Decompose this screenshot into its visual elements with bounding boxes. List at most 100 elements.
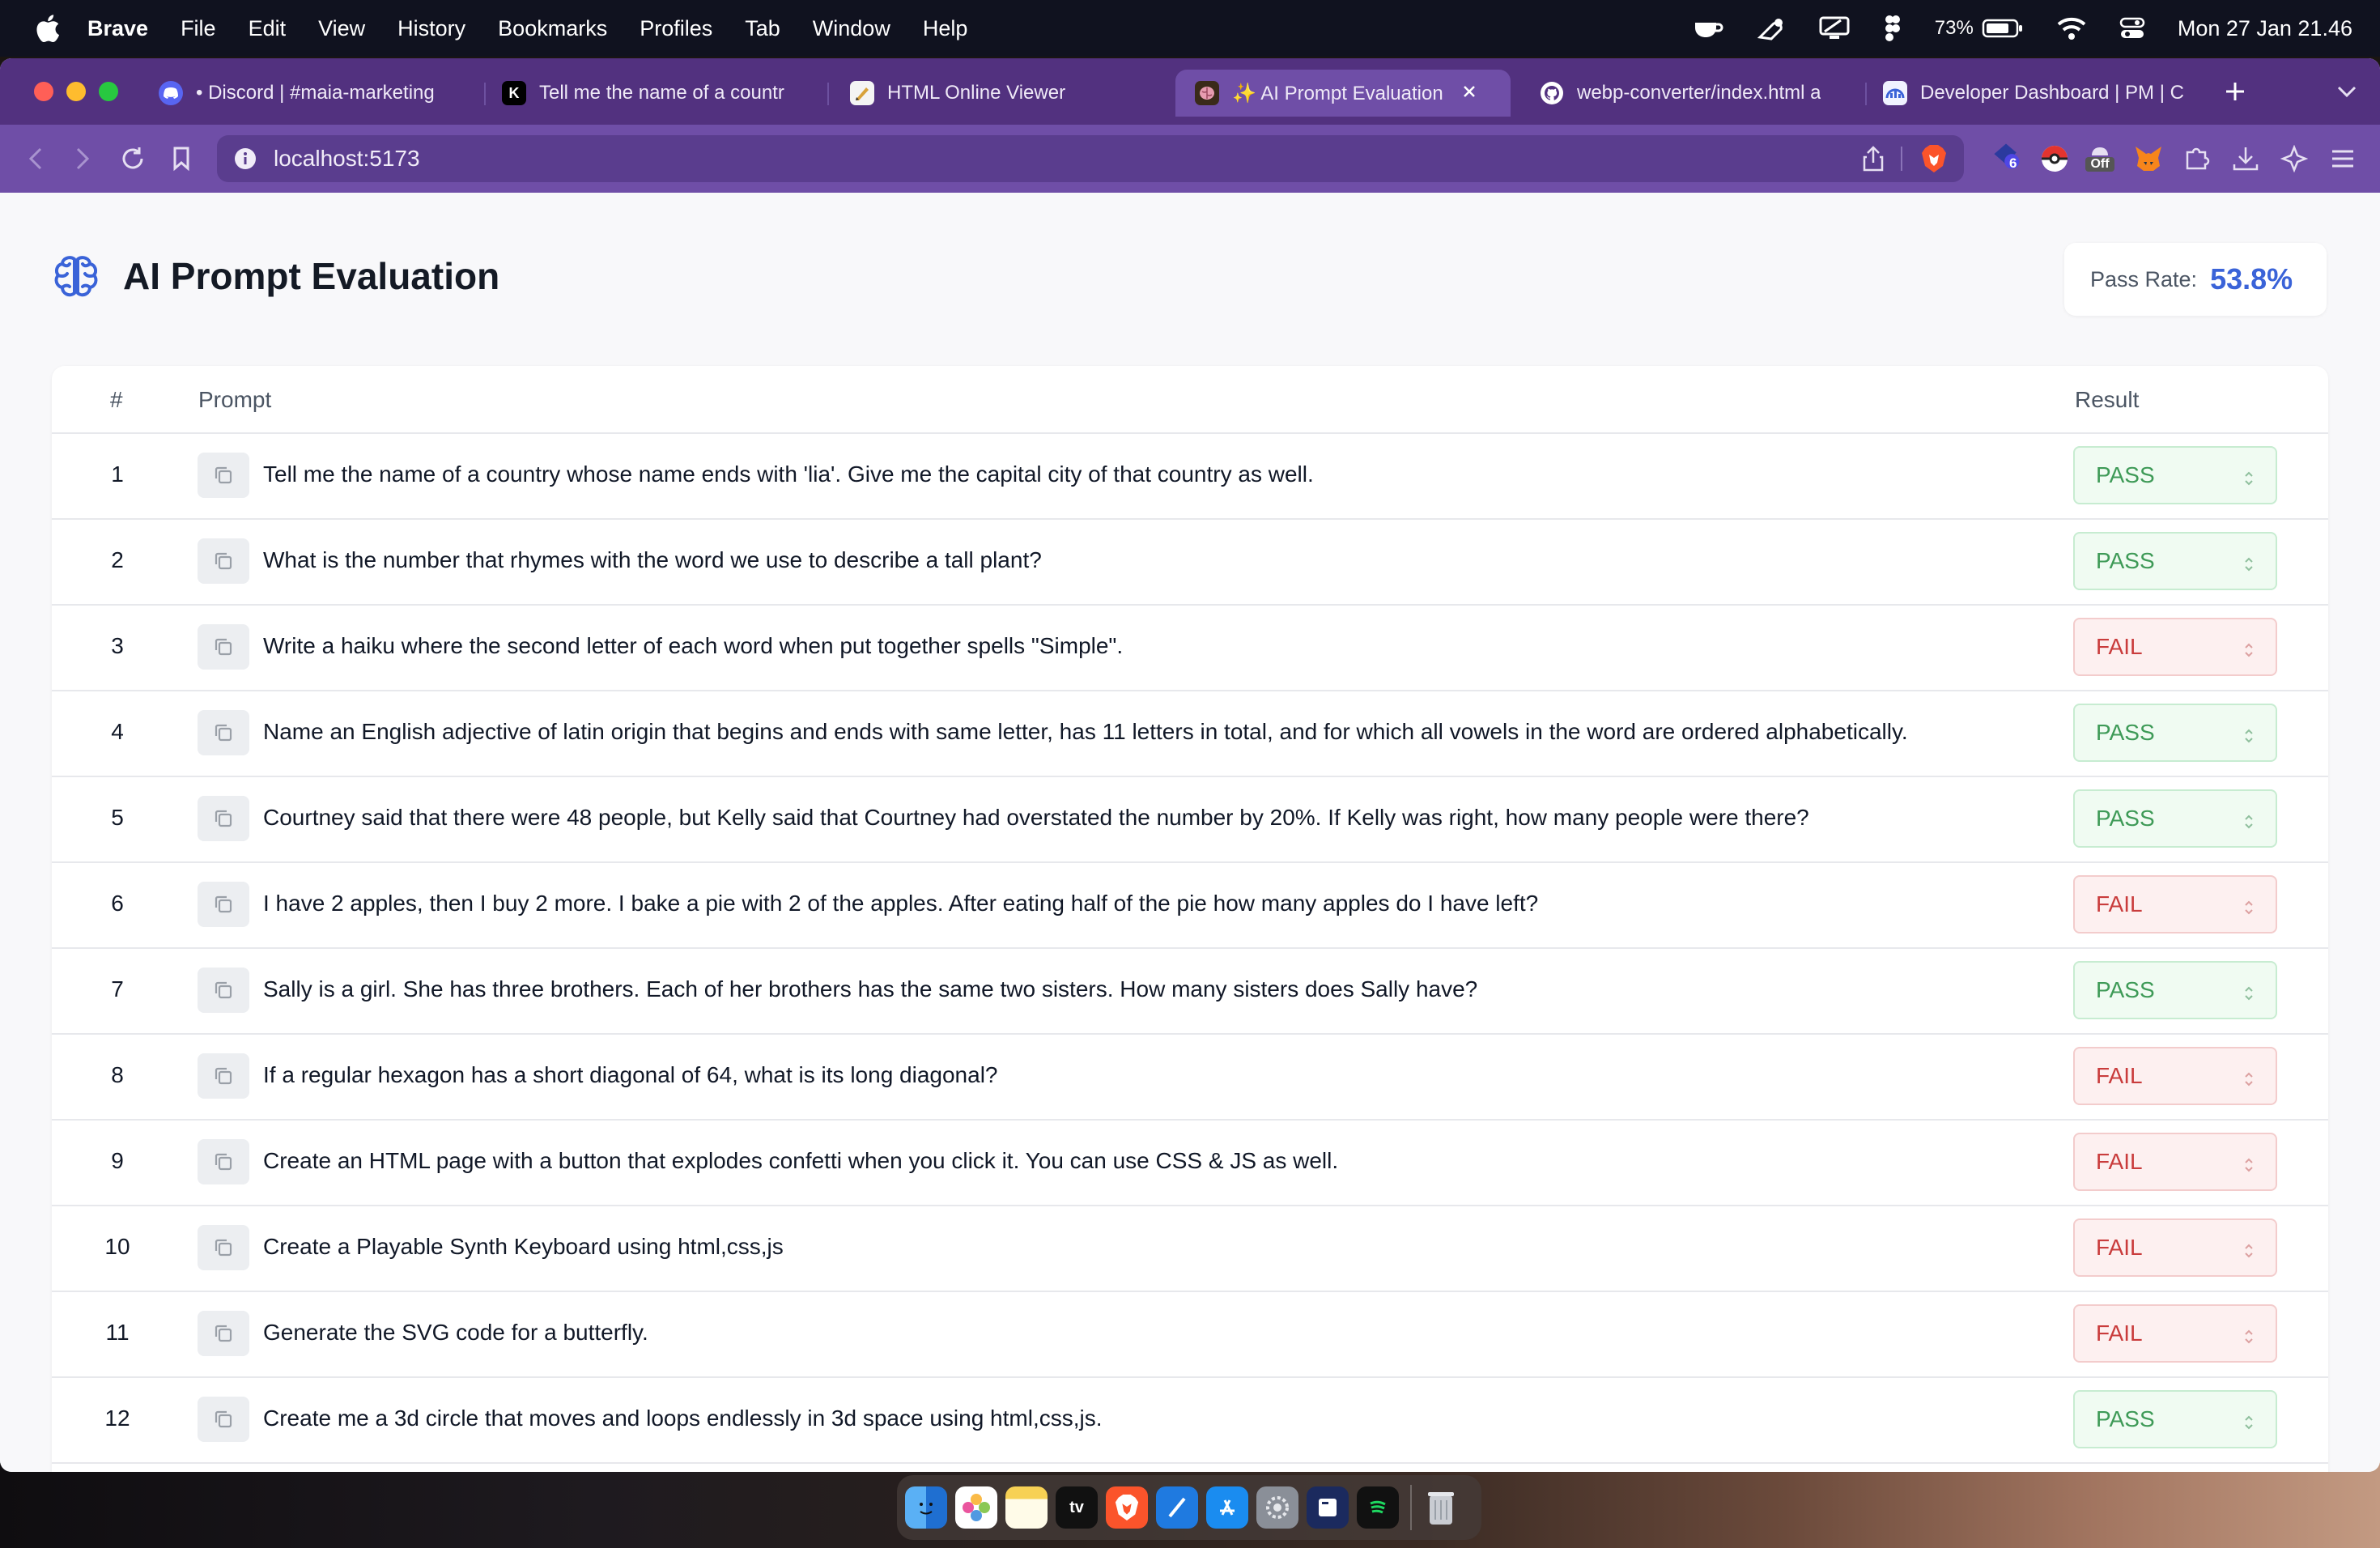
notes-icon[interactable]: [1005, 1486, 1048, 1529]
row-number: 12: [104, 1406, 130, 1431]
new-tab-button[interactable]: [2223, 79, 2247, 108]
tab-ai-prompt-evaluation[interactable]: ✨ AI Prompt Evaluation: [1175, 70, 1511, 117]
result-select[interactable]: FAIL: [2073, 1304, 2277, 1363]
copy-prompt-button[interactable]: [198, 624, 249, 670]
copy-prompt-button[interactable]: [198, 1397, 249, 1442]
menu-edit[interactable]: Edit: [249, 16, 287, 41]
result-select[interactable]: FAIL: [2073, 875, 2277, 933]
brave-icon[interactable]: [1106, 1486, 1148, 1529]
extension-badge-icon[interactable]: 6: [1990, 139, 2022, 172]
menu-file[interactable]: File: [181, 16, 216, 41]
menu-bookmarks[interactable]: Bookmarks: [498, 16, 607, 41]
column-header-number: #: [110, 387, 123, 412]
copy-prompt-button[interactable]: [198, 796, 249, 841]
menu-profiles[interactable]: Profiles: [640, 16, 712, 41]
copy-prompt-button[interactable]: [198, 882, 249, 927]
coffee-cup-icon[interactable]: [1692, 16, 1724, 40]
pokeball-extension-icon[interactable]: [2038, 142, 2071, 175]
brain-favicon: [1195, 81, 1219, 105]
evaluation-table: # Prompt Result 1 Tell me the name of a c…: [52, 366, 2328, 1472]
table-row: 5 Courtney said that there were 48 people…: [52, 776, 2328, 863]
dashboard-icon: [1883, 81, 1907, 105]
brain-icon: [54, 256, 98, 297]
appletv-icon[interactable]: tv: [1056, 1486, 1098, 1529]
menu-history[interactable]: History: [397, 16, 465, 41]
chevron-updown-icon: [2243, 982, 2255, 1008]
zoom-window-button[interactable]: [99, 82, 118, 101]
close-tab-icon[interactable]: [1462, 82, 1477, 104]
photos-icon[interactable]: [955, 1486, 997, 1529]
spotify-icon[interactable]: [1357, 1486, 1399, 1529]
prompt-text: Generate the SVG code for a butterfly.: [263, 1320, 648, 1345]
row-number: 5: [111, 805, 124, 830]
result-select[interactable]: PASS: [2073, 961, 2277, 1019]
leo-ai-icon[interactable]: [2278, 142, 2310, 175]
prompt-text: Create a Playable Synth Keyboard using h…: [263, 1234, 784, 1259]
result-select[interactable]: PASS: [2073, 446, 2277, 504]
finder-icon[interactable]: [905, 1486, 947, 1529]
terminal-icon[interactable]: [1307, 1486, 1349, 1529]
xcode-icon[interactable]: [1156, 1486, 1198, 1529]
tab-discord[interactable]: • Discord | #maia-marketing: [159, 70, 466, 117]
copy-prompt-button[interactable]: [198, 1311, 249, 1356]
result-select[interactable]: FAIL: [2073, 618, 2277, 676]
apple-menu-icon[interactable]: [34, 13, 60, 44]
tab-country-prompt[interactable]: K Tell me the name of a countr: [502, 70, 810, 117]
menu-window[interactable]: Window: [813, 16, 890, 41]
result-select[interactable]: FAIL: [2073, 1133, 2277, 1191]
copy-icon: [211, 1407, 236, 1431]
menu-help[interactable]: Help: [923, 16, 968, 41]
close-window-button[interactable]: [34, 82, 53, 101]
result-select[interactable]: FAIL: [2073, 1047, 2277, 1105]
forward-button[interactable]: [66, 142, 99, 175]
extensions-puzzle-icon[interactable]: [2181, 142, 2213, 175]
copy-prompt-button[interactable]: [198, 968, 249, 1013]
site-info-icon[interactable]: [233, 147, 257, 171]
menu-clock[interactable]: Mon 27 Jan 21.46: [2178, 16, 2352, 41]
display-icon[interactable]: [1818, 15, 1851, 41]
hamburger-menu-icon[interactable]: [2327, 142, 2359, 175]
copy-prompt-button[interactable]: [198, 538, 249, 584]
page-content: AI Prompt Evaluation Pass Rate: 53.8% # …: [0, 193, 2380, 1472]
copy-prompt-button[interactable]: [198, 453, 249, 498]
wifi-icon[interactable]: [2056, 16, 2087, 40]
trash-icon[interactable]: [1420, 1486, 1462, 1529]
result-select[interactable]: PASS: [2073, 789, 2277, 848]
menu-app-name[interactable]: Brave: [87, 16, 148, 41]
metamask-icon[interactable]: [2132, 142, 2165, 175]
address-bar[interactable]: localhost:5173: [217, 135, 1964, 182]
copy-prompt-button[interactable]: [198, 1053, 249, 1099]
appstore-icon[interactable]: [1206, 1486, 1248, 1529]
minimize-window-button[interactable]: [66, 82, 86, 101]
brave-shields-icon[interactable]: [1920, 143, 1948, 180]
tab-strip: • Discord | #maia-marketing K Tell me th…: [0, 58, 2380, 125]
copy-prompt-button[interactable]: [198, 1139, 249, 1184]
back-button[interactable]: [19, 142, 52, 175]
share-icon[interactable]: [1862, 145, 1885, 178]
result-select[interactable]: PASS: [2073, 1390, 2277, 1448]
tab-list-chevron-icon[interactable]: [2336, 84, 2357, 103]
tab-separator: [484, 83, 486, 105]
control-center-icon[interactable]: [2119, 16, 2145, 40]
figma-icon[interactable]: [1883, 15, 1902, 42]
reload-button[interactable]: [117, 142, 149, 175]
copy-prompt-button[interactable]: [198, 1225, 249, 1270]
tab-webp-converter[interactable]: webp-converter/index.html a: [1540, 70, 1847, 117]
tab-developer-dashboard[interactable]: Developer Dashboard | PM | C: [1883, 70, 2191, 117]
ad-toggle-icon[interactable]: Off: [2084, 142, 2116, 175]
clip-tool-icon[interactable]: [1757, 15, 1786, 42]
tab-html-viewer[interactable]: HTML Online Viewer: [850, 70, 1158, 117]
row-number: 8: [111, 1062, 124, 1087]
page-title: AI Prompt Evaluation: [123, 255, 500, 297]
bookmark-button[interactable]: [165, 142, 198, 175]
menu-tab[interactable]: Tab: [745, 16, 780, 41]
result-select[interactable]: PASS: [2073, 704, 2277, 762]
battery-icon[interactable]: [1982, 18, 2024, 39]
system-settings-icon[interactable]: [1256, 1486, 1298, 1529]
copy-prompt-button[interactable]: [198, 710, 249, 755]
downloads-icon[interactable]: [2229, 142, 2262, 175]
menu-view[interactable]: View: [318, 16, 365, 41]
result-select[interactable]: PASS: [2073, 532, 2277, 590]
result-select[interactable]: FAIL: [2073, 1218, 2277, 1277]
discord-icon: [159, 81, 183, 105]
